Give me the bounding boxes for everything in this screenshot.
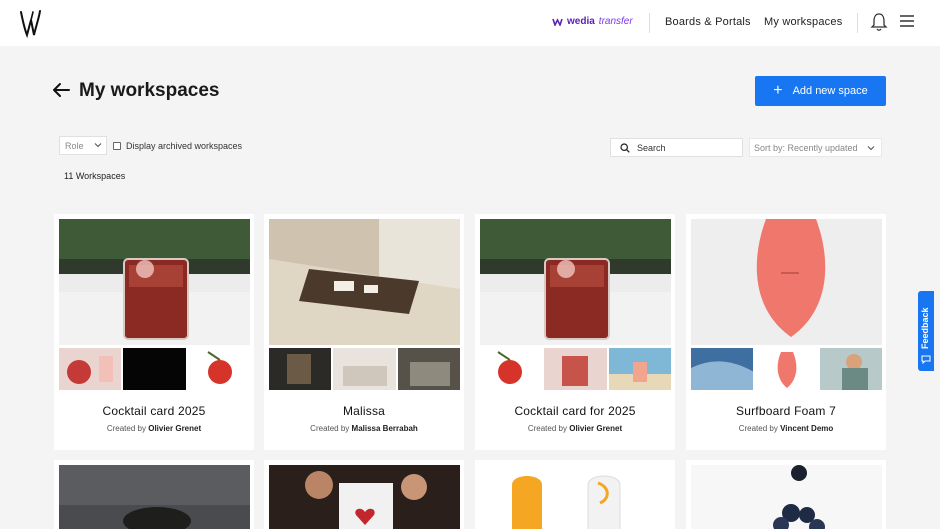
nav-my-workspaces[interactable]: My workspaces bbox=[764, 16, 842, 28]
page-title: My workspaces bbox=[79, 80, 220, 101]
divider bbox=[649, 13, 650, 33]
role-placeholder: Role bbox=[65, 140, 84, 151]
wedia-mark-icon bbox=[552, 17, 563, 26]
workspace-cover-image bbox=[480, 465, 671, 529]
wedia-transfer-brand[interactable]: wedia transfer bbox=[552, 16, 633, 27]
workspace-cover-image bbox=[59, 219, 250, 345]
workspace-cover-image bbox=[269, 219, 460, 345]
sort-select[interactable]: Sort by: Recently updated bbox=[749, 138, 882, 157]
thumbnail-image bbox=[269, 348, 332, 390]
workspace-card[interactable] bbox=[686, 460, 886, 529]
workspace-card[interactable]: Cocktail card for 2025 Created by Olivie… bbox=[475, 214, 675, 450]
thumbnail-image bbox=[123, 348, 186, 390]
workspace-card[interactable] bbox=[475, 460, 675, 529]
bell-icon[interactable] bbox=[870, 12, 888, 32]
top-bar: wedia transfer Boards & Portals My worksp… bbox=[0, 0, 940, 46]
workspace-name: Cocktail card 2025 bbox=[102, 404, 206, 418]
workspace-card[interactable]: Surfboard Foam 7 Created by Vincent Demo bbox=[686, 214, 886, 450]
workspace-cover-image bbox=[269, 465, 460, 529]
workspace-creator: Created by Olivier Grenet bbox=[106, 424, 202, 433]
logo-icon[interactable] bbox=[17, 8, 43, 38]
workspace-cover-image bbox=[691, 465, 882, 529]
thumbnail-image bbox=[755, 348, 818, 390]
thumbnail-image bbox=[187, 348, 250, 390]
search-icon bbox=[620, 142, 630, 153]
workspace-cover-image bbox=[59, 465, 250, 529]
brand-light: transfer bbox=[598, 16, 633, 27]
thumbnail-image bbox=[480, 348, 543, 390]
workspace-cover-image bbox=[480, 219, 671, 345]
workspace-name: Malissa bbox=[342, 404, 386, 418]
chevron-down-icon bbox=[867, 146, 875, 151]
thumbnail-image bbox=[544, 348, 607, 390]
thumbnail-image bbox=[333, 348, 396, 390]
search-input[interactable]: Search bbox=[610, 138, 743, 157]
archived-label: Display archived workspaces bbox=[126, 141, 243, 151]
divider bbox=[857, 13, 858, 33]
archived-toggle[interactable]: Display archived workspaces bbox=[113, 141, 242, 151]
workspace-card[interactable] bbox=[264, 460, 464, 529]
search-placeholder: Search bbox=[637, 142, 666, 153]
thumbnail-image bbox=[608, 348, 671, 390]
workspace-creator: Created by Olivier Grenet bbox=[527, 424, 623, 433]
plus-icon: + bbox=[773, 82, 783, 99]
feedback-label: Feedback bbox=[920, 307, 930, 349]
role-select[interactable]: Role bbox=[59, 136, 107, 155]
archived-checkbox[interactable] bbox=[113, 142, 121, 150]
add-new-space-label: Add new space bbox=[792, 85, 868, 97]
workspace-name: Cocktail card for 2025 bbox=[514, 404, 636, 418]
back-arrow-icon[interactable] bbox=[52, 82, 70, 98]
thumbnail-image bbox=[819, 348, 882, 390]
workspace-card[interactable]: Malissa Created by Malissa Berrabah bbox=[264, 214, 464, 450]
add-new-space-button[interactable]: + Add new space bbox=[755, 76, 886, 106]
chat-icon bbox=[921, 355, 931, 364]
workspace-name: Surfboard Foam 7 bbox=[736, 404, 836, 418]
workspace-count: 11 Workspaces bbox=[64, 171, 126, 181]
workspace-creator: Created by Vincent Demo bbox=[738, 424, 834, 433]
thumbnail-image bbox=[397, 348, 460, 390]
workspace-creator: Created by Malissa Berrabah bbox=[310, 424, 418, 433]
nav-boards-portals[interactable]: Boards & Portals bbox=[665, 16, 751, 28]
feedback-tab[interactable]: Feedback bbox=[918, 291, 934, 371]
menu-icon[interactable] bbox=[899, 14, 915, 28]
thumbnail-image bbox=[59, 348, 122, 390]
chevron-down-icon bbox=[94, 143, 102, 148]
thumbnail-image bbox=[691, 348, 754, 390]
workspace-cover-image bbox=[691, 219, 882, 345]
sort-label: Sort by: Recently updated bbox=[754, 142, 858, 153]
brand-strong: wedia bbox=[567, 16, 595, 27]
workspace-card[interactable] bbox=[54, 460, 254, 529]
workspace-card[interactable]: Cocktail card 2025 Created by Olivier Gr… bbox=[54, 214, 254, 450]
